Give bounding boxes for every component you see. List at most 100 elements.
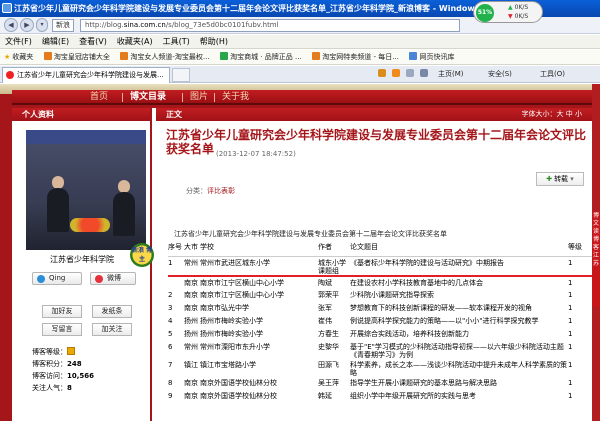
cell-author: 张军 (318, 303, 332, 312)
cell-city: 常州 (184, 342, 198, 351)
cell-school: 南京外国语学校仙林分校 (200, 391, 277, 400)
table-row: 1 常州 常州市武进区城东小学 城东小学 课题组 《基者标少年科学院的建设与活动研究》中… (168, 256, 592, 277)
post-main: 正文 字体大小：大 中 小 江苏省少年儿童研究会少年科学院建设与发展专业委员会第… (156, 108, 592, 421)
nav-separator (214, 93, 215, 102)
nav-photos[interactable]: 图片 (190, 90, 208, 105)
cell-title: 组织小学中年级开展研究所的实践与思考 (350, 391, 476, 400)
network-meter-widget[interactable]: 51% 0K/S 0K/S (473, 1, 543, 23)
nav-separator (122, 93, 123, 102)
cell-index: 1 (168, 256, 184, 277)
star-icon: ★ (4, 53, 11, 61)
post-header: 正文 字体大小：大 中 小 (156, 108, 592, 121)
address-input[interactable]: http://blog.sina.com.cn/s/blog_73e5d0bc0… (80, 19, 460, 32)
safety-menu-button[interactable]: 安全(S) (488, 66, 512, 83)
menu-edit[interactable]: 编辑(E) (37, 35, 74, 49)
qing-icon (37, 275, 45, 283)
font-size-switcher[interactable]: 字体大小：大 中 小 (522, 108, 582, 121)
favorites-button[interactable]: ★ 收藏夹 (0, 50, 37, 64)
qing-button[interactable]: Qing (32, 272, 82, 285)
cell-title: 基于"E"学习模式的少科院活动指导初探——以六年级少科院活动主题《青春期学习》为… (350, 342, 564, 359)
favorite-link[interactable]: 淘宝皇冠店铺大全 (40, 50, 114, 64)
cell-author: 方春生 (318, 329, 339, 338)
back-arrow-icon[interactable]: ◀ (4, 18, 18, 32)
repost-button[interactable]: 转载 (536, 172, 584, 186)
tab-bar: 江苏省少年儿童研究会少年科学院建设与发展... 主页(M) 安全(S) 工具(O… (0, 66, 600, 83)
cell-grade: 1 (568, 316, 573, 325)
cell-city: 镇江 (184, 360, 198, 369)
cell-grade: 1 (568, 290, 573, 299)
rss-icon (392, 69, 400, 77)
blog-page: 首页 博文目录 图片 关于我 个人资料 新浪 博主 江苏省少年科学院 Qing (0, 84, 600, 421)
menu-view[interactable]: 查看(V) (74, 35, 112, 49)
taobao-icon (312, 52, 321, 60)
home-button[interactable] (378, 66, 388, 83)
cell-title: 指导学生开展小课题研究的基本思路与解决思路 (350, 378, 497, 387)
favorite-link[interactable]: 网页快讯库 (405, 50, 458, 64)
table-row: 6 常州 常州市溧阳市东升小学 史黎华 基于"E"学习模式的少科院活动指导初探——以六年… (168, 341, 592, 359)
cell-city: 扬州 (184, 329, 198, 338)
blog-stats: 博客等级： 博客积分：248 博客访问：10,566 关注人气：8 (32, 346, 150, 394)
table-row: 4 扬州 扬州市梅岭实验小学 崔伟 例说提高科学探究能力的策略——以"小小"进行科学探究… (168, 315, 592, 328)
menu-favorites[interactable]: 收藏夹(A) (112, 35, 158, 49)
post-date: (2013-12-07 18:47:52) (216, 150, 296, 158)
floating-side-badge[interactable]: 博文 读 博客 江苏 (592, 212, 600, 307)
weibo-icon (95, 275, 103, 283)
cell-author: 吴王萍 (318, 378, 339, 387)
content-area: 个人资料 新浪 博主 江苏省少年科学院 Qing 微博 加好友 发纸条 写留言 … (12, 108, 592, 421)
site-tag: 新浪 (52, 19, 74, 32)
browser-tab-active[interactable]: 江苏省少年儿童研究会少年科学院建设与发展... (2, 67, 170, 83)
mail-button[interactable] (406, 66, 416, 83)
cell-author: 陶斌 (318, 278, 332, 287)
cell-index: 7 (168, 360, 173, 369)
blogger-name[interactable]: 江苏省少年科学院 (12, 254, 152, 265)
feeds-button[interactable] (392, 66, 402, 83)
blog-navigation: 首页 博文目录 图片 关于我 (12, 90, 600, 105)
menu-file[interactable]: 文件(F) (0, 35, 37, 49)
new-tab-button[interactable] (172, 68, 190, 82)
page-menu-button[interactable]: 主页(M) (438, 66, 464, 83)
favorite-link[interactable]: 淘宝商城 · 品牌正品 ... (216, 50, 306, 64)
cell-author: 郭荣平 (318, 290, 339, 299)
cell-title: 开展综合实践活动，培养科技创新能力 (350, 329, 469, 338)
follow-button[interactable]: 加关注 (92, 323, 132, 336)
ie-icon (2, 3, 12, 13)
award-table: 序号 大市 学校 作者 论文题目 等级 1 常州 常州市武进区城东小学 城东小学 课题… (168, 242, 592, 403)
menu-tools[interactable]: 工具(T) (158, 35, 195, 49)
table-row: 8 南京 南京外国语学校仙林分校 吴王萍 指导学生开展小课题研究的基本思路与解决思路 1 (168, 377, 592, 390)
level-icon (67, 347, 75, 355)
forward-arrow-icon[interactable]: ▶ (20, 18, 34, 32)
menu-help[interactable]: 帮助(H) (195, 35, 233, 49)
nav-home[interactable]: 首页 (90, 90, 108, 105)
leave-message-button[interactable]: 写留言 (42, 323, 82, 336)
table-row: 南京 南京市江宁区横山中心小学 陶斌 在建设农村小学科技教育基地中的几点体会 1 (168, 276, 592, 289)
tools-menu-button[interactable]: 工具(O) (540, 66, 565, 83)
cell-author: 崔伟 (318, 316, 332, 325)
cell-title: 少科院小课题研究指导探索 (350, 290, 434, 299)
profile-avatar[interactable] (26, 130, 146, 250)
cell-school: 南京外国语学校仙林分校 (200, 378, 277, 387)
sina-favicon-icon (6, 71, 14, 79)
table-row: 2 南京 南京市江宁区横山中心小学 郭荣平 少科院小课题研究指导探索 1 (168, 289, 592, 302)
cell-school: 常州市溧阳市东升小学 (200, 342, 270, 351)
cell-city: 南京 (184, 391, 198, 400)
dropdown-arrow-icon[interactable]: ▾ (36, 18, 48, 32)
favorites-bar: ★ 收藏夹 淘宝皇冠店铺大全 淘宝女人频道-淘宝最权... 淘宝商城 · 品牌正品… (0, 50, 600, 65)
cell-city: 扬州 (184, 316, 198, 325)
favorite-link[interactable]: 淘宝女人频道-淘宝最权... (116, 50, 213, 64)
table-row: 5 扬州 扬州市梅岭实验小学 方春生 开展综合实践活动，培养科技创新能力 1 (168, 328, 592, 341)
stat-level: 博客等级： (32, 346, 150, 358)
category-link[interactable]: 评比表彰 (207, 187, 235, 195)
weibo-button[interactable]: 微博 (90, 272, 136, 285)
cell-school: 镇江市宝塔路小学 (200, 360, 256, 369)
cell-school: 南京市江宁区横山中心小学 (200, 290, 284, 299)
nav-posts[interactable]: 博文目录 (130, 90, 166, 105)
cell-index: 8 (168, 378, 173, 387)
print-button[interactable] (420, 66, 430, 83)
add-friend-button[interactable]: 加好友 (42, 305, 82, 318)
cell-author: 城东小学 课题组 (318, 256, 350, 277)
favorite-link[interactable]: 淘宝网特卖频道 - 每日... (308, 50, 403, 64)
send-note-button[interactable]: 发纸条 (92, 305, 132, 318)
cell-grade: 1 (568, 303, 573, 312)
nav-about[interactable]: 关于我 (222, 90, 249, 105)
cell-title: 例说提高科学探究能力的策略——以"小小"进行科学探究教学 (350, 316, 539, 325)
